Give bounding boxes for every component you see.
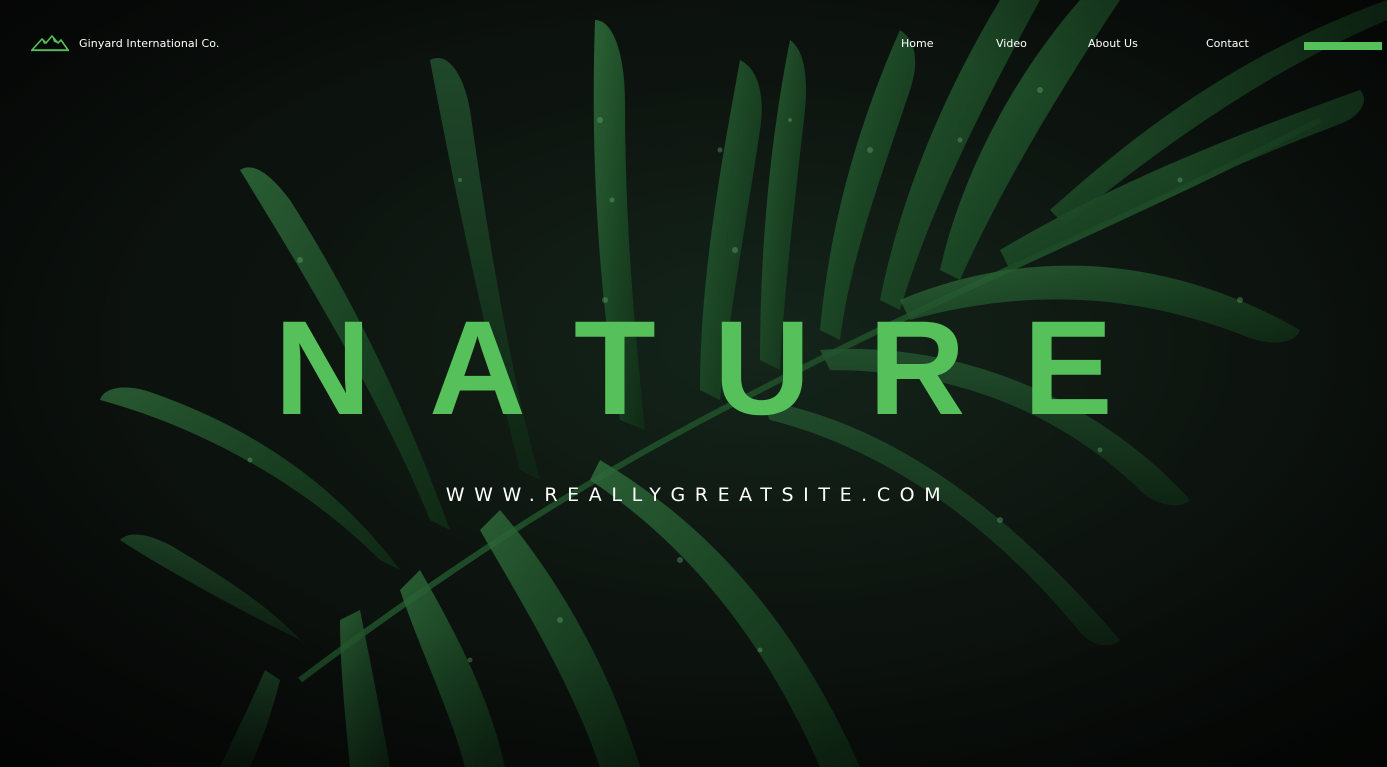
hero-website-url[interactable]: WWW.REALLYGREATSITE.COM [0,484,1387,506]
landing-page: Ginyard International Co. Home Video Abo… [0,0,1387,767]
nav-video-link[interactable]: Video [996,37,1027,50]
menu-bar-icon[interactable] [1304,42,1382,50]
main-nav: Home Video About Us Contact [0,37,1387,53]
hero-title: NATURE [274,294,1171,443]
nav-contact-link[interactable]: Contact [1206,37,1249,50]
nav-home-link[interactable]: Home [901,37,933,50]
site-header: Ginyard International Co. Home Video Abo… [0,0,1387,90]
nav-about-us-link[interactable]: About Us [1088,37,1138,50]
